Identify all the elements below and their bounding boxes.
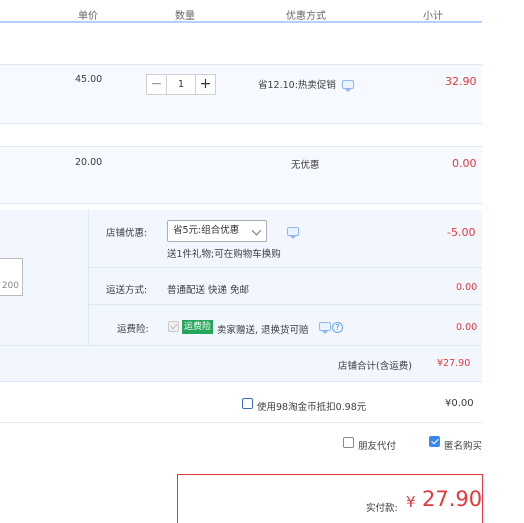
chevron-down-icon xyxy=(251,225,262,236)
item-discount: 省12.10:热卖促销 xyxy=(258,80,336,91)
shop-discount-select[interactable]: 省5元:组合优惠 xyxy=(167,220,267,242)
quantity-input[interactable]: 1 xyxy=(167,74,195,95)
header-quantity: 数量 xyxy=(175,11,195,22)
shop-discount-selected: 省5元:组合优惠 xyxy=(173,225,240,236)
coin-checkbox[interactable] xyxy=(242,398,253,409)
increase-button[interactable]: + xyxy=(195,74,216,95)
anonymous-label: 匿名购买 xyxy=(444,441,483,452)
chat-icon[interactable] xyxy=(319,322,331,334)
quantity-stepper: − 1 + xyxy=(146,74,216,95)
shop-discount-note: 送1件礼物;可在购物车换购 xyxy=(167,249,281,260)
shop-discount-amount: -5.00 xyxy=(447,226,476,239)
insurance-text: 卖家赠送, 退换货可赔 xyxy=(217,325,309,336)
insurance-label: 运费险: xyxy=(117,324,149,335)
item-price: 45.00 xyxy=(75,74,103,85)
item-subtotal: 0.00 xyxy=(452,157,477,170)
shop-discount-label: 店铺优惠: xyxy=(106,228,148,239)
item-discount: 无优惠 xyxy=(291,160,320,171)
header-unit-price: 单价 xyxy=(78,11,98,22)
shop-total-label: 店铺合计(含运费) xyxy=(338,361,412,372)
payment-label: 实付款: xyxy=(366,503,398,514)
friend-pay-label: 朋友代付 xyxy=(358,441,397,452)
item-price: 20.00 xyxy=(75,157,103,168)
insurance-badge: 运费险 xyxy=(182,320,214,334)
header-subtotal: 小计 xyxy=(423,11,443,22)
chat-icon[interactable] xyxy=(287,227,299,239)
shipping-amount: 0.00 xyxy=(456,282,478,293)
chat-icon[interactable] xyxy=(342,80,354,92)
item-subtotal: 32.90 xyxy=(445,75,477,88)
message-textarea[interactable]: 200 xyxy=(0,258,23,296)
table-row xyxy=(0,64,482,124)
payment-amount: 27.90 xyxy=(422,487,483,511)
insurance-checkbox[interactable] xyxy=(168,321,179,332)
friend-pay-checkbox[interactable] xyxy=(343,437,354,448)
coin-label: 使用98淘金币抵扣0.98元 xyxy=(257,402,367,413)
shipping-value: 普通配送 快递 免邮 xyxy=(167,285,250,296)
shipping-label: 运送方式: xyxy=(106,285,148,296)
insurance-amount: 0.00 xyxy=(456,322,478,333)
coin-amount: ¥0.00 xyxy=(445,398,474,409)
shop-total-value: ¥27.90 xyxy=(437,358,471,369)
header-divider xyxy=(0,21,482,23)
table-row xyxy=(0,146,482,204)
message-count: 200 xyxy=(1,281,19,291)
help-icon[interactable]: ? xyxy=(332,322,343,333)
header-discount-method: 优惠方式 xyxy=(286,11,326,22)
anonymous-checkbox[interactable] xyxy=(429,436,440,447)
decrease-button[interactable]: − xyxy=(146,74,167,95)
payment-currency: ¥ xyxy=(406,493,416,511)
